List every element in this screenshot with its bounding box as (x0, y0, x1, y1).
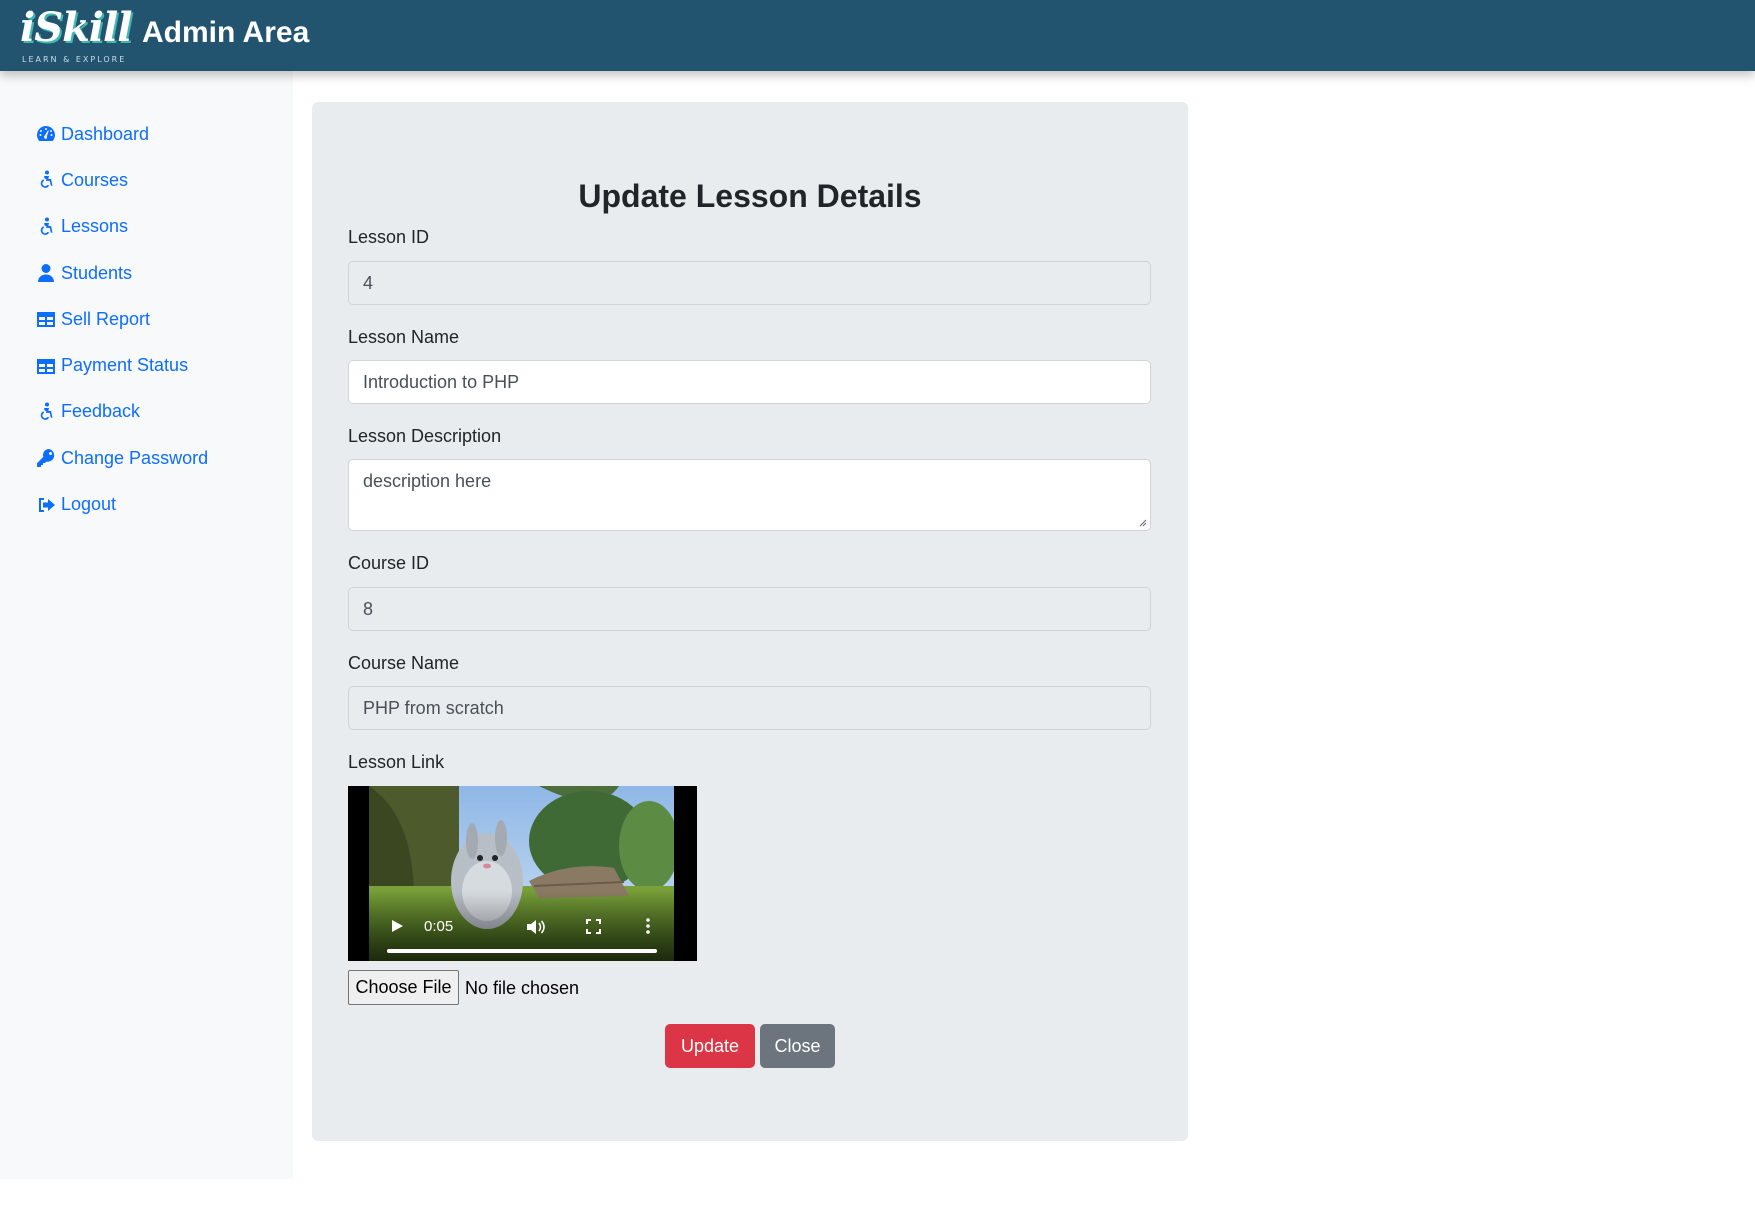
lesson-id-value: 4 (363, 272, 374, 293)
sidebar-item-courses[interactable]: Courses (0, 157, 293, 203)
video-controls: 0:05 (348, 891, 697, 961)
update-button[interactable]: Update (665, 1024, 755, 1068)
course-id-field[interactable]: 8 (348, 587, 1151, 631)
course-name-value: PHP from scratch (363, 697, 504, 718)
tachometer-icon (35, 124, 57, 144)
app-title: Admin Area (142, 16, 310, 49)
sign-out-icon (35, 495, 57, 515)
sidebar-item-label: Dashboard (61, 123, 150, 144)
sidebar-item-label: Courses (61, 169, 129, 190)
sidebar-item-label: Students (61, 262, 133, 283)
sidebar-item-label: Change Password (61, 447, 209, 468)
table-icon (35, 356, 57, 376)
sidebar-item-feedback[interactable]: Feedback (0, 389, 293, 435)
lesson-id-label: Lesson ID (348, 227, 430, 247)
sidebar-item-lessons[interactable]: Lessons (0, 204, 293, 250)
course-id-label: Course ID (348, 553, 430, 573)
lesson-description-field[interactable]: description here (348, 459, 1151, 531)
brand-logo[interactable]: iSkill LEARN & EXPLORE (20, 4, 132, 66)
course-id-value: 8 (363, 598, 374, 619)
course-name-label: Course Name (348, 653, 460, 673)
form-title: Update Lesson Details (578, 178, 922, 214)
video-time: 0:05 (424, 918, 454, 935)
resize-grip-icon[interactable] (1137, 517, 1147, 527)
sidebar-item-change-password[interactable]: Change Password (0, 435, 293, 481)
video-progress-bar[interactable] (387, 949, 657, 953)
logo-tagline: LEARN & EXPLORE (22, 55, 127, 64)
sidebar-item-students[interactable]: Students (0, 250, 293, 296)
sidebar-item-label: Payment Status (61, 355, 189, 376)
sidebar-item-logout[interactable]: Logout (0, 481, 293, 527)
sidebar-item-payment-status[interactable]: Payment Status (0, 342, 293, 388)
lesson-id-field[interactable]: 4 (348, 261, 1151, 305)
sidebar-item-label: Lessons (61, 216, 129, 237)
sidebar-nav: Dashboard Courses Lessons Students Sell … (0, 71, 293, 528)
lesson-video-player[interactable]: 0:05 (348, 786, 697, 961)
sidebar-item-label: Feedback (61, 401, 141, 422)
fullscreen-icon[interactable] (586, 919, 601, 934)
sidebar-item-label: Sell Report (61, 308, 151, 329)
sidebar: Dashboard Courses Lessons Students Sell … (0, 71, 293, 1179)
lesson-name-label: Lesson Name (348, 327, 460, 347)
lesson-link-label: Lesson Link (348, 752, 445, 772)
lesson-name-field[interactable]: Introduction to PHP (348, 360, 1151, 404)
lesson-description-value: description here (363, 471, 492, 491)
lesson-name-value: Introduction to PHP (363, 371, 520, 392)
accessible-icon (35, 402, 57, 422)
accessible-icon (35, 170, 57, 190)
sidebar-item-dashboard[interactable]: Dashboard (0, 111, 293, 157)
video-progress-fill (387, 949, 657, 953)
close-button[interactable]: Close (760, 1024, 835, 1068)
volume-icon[interactable] (526, 919, 546, 935)
sidebar-item-label: Logout (61, 494, 117, 515)
table-icon (35, 309, 57, 329)
update-lesson-form: Update Lesson Details Lesson ID 4 Lesson… (312, 102, 1188, 1141)
more-options-icon[interactable] (645, 917, 651, 935)
file-status: No file chosen (465, 978, 580, 998)
logo-text: iSkill (20, 4, 132, 51)
top-navbar: iSkill LEARN & EXPLORE Admin Area (0, 0, 1755, 71)
course-name-field[interactable]: PHP from scratch (348, 686, 1151, 730)
sidebar-item-sell-report[interactable]: Sell Report (0, 296, 293, 342)
choose-file-button[interactable]: Choose File (348, 970, 459, 1005)
user-icon (35, 263, 57, 283)
key-icon (35, 448, 57, 468)
lesson-description-label: Lesson Description (348, 426, 502, 446)
accessible-icon (35, 217, 57, 237)
play-icon[interactable] (390, 919, 404, 933)
